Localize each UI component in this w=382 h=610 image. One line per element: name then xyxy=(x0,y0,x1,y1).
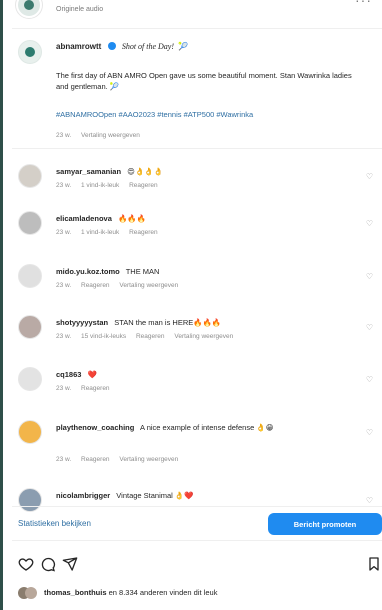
caption-divider xyxy=(12,148,382,149)
comment-username[interactable]: playthenow_coaching xyxy=(56,423,134,432)
caption-text: The first day of ABN AMRO Open gave us s… xyxy=(56,71,352,91)
comment-text: 😍👌👌👌 xyxy=(127,167,163,176)
save-icon[interactable] xyxy=(366,556,382,572)
comment-translate[interactable]: Vertaling weergeven xyxy=(119,282,178,289)
comment-like-icon[interactable]: ♡ xyxy=(366,496,373,505)
comment-translate[interactable]: Vertaling weergeven xyxy=(174,333,233,340)
caption-title: Shot of the Day! xyxy=(121,42,175,51)
share-icon[interactable] xyxy=(62,556,78,572)
promote-post-button[interactable]: Bericht promoten xyxy=(268,513,382,535)
comment-like-icon[interactable]: ♡ xyxy=(366,323,373,332)
likes-text[interactable]: thomas_bonthuis en 8.334 anderen vinden … xyxy=(44,588,217,597)
comment-reply[interactable]: Reageren xyxy=(81,282,110,289)
comment-text: A nice example of intense defense 👌😁 xyxy=(140,423,274,432)
liker-avatar xyxy=(25,587,37,599)
comment-avatar[interactable] xyxy=(18,264,42,288)
comment-line: samyar_samanian 😍👌👌👌 xyxy=(56,166,361,177)
comment-row: cq1863 ❤️ 23 w. Reageren ♡ xyxy=(18,367,373,403)
verified-check-icon xyxy=(107,42,116,50)
comment-like-icon[interactable]: ♡ xyxy=(366,219,373,228)
caption-hashtags[interactable]: #ABNAMROOpen #AAO2023 #tennis #ATP500 #W… xyxy=(56,110,253,119)
like-icon[interactable] xyxy=(18,556,34,572)
comment-icon[interactable] xyxy=(40,556,56,572)
comment-row: samyar_samanian 😍👌👌👌 23 w. 1 vind-ik-leu… xyxy=(18,164,373,200)
comment-meta: 23 w. 1 vind-ik-leuk Reageren xyxy=(56,182,166,189)
comments-divider xyxy=(12,506,382,507)
likes-count-text[interactable]: en 8.334 anderen vinden dit leuk xyxy=(109,588,218,597)
comment-reply[interactable]: Reageren xyxy=(81,456,110,463)
comment-avatar[interactable] xyxy=(18,420,42,444)
comment-username[interactable]: samyar_samanian xyxy=(56,167,121,176)
caption-time: 23 w. xyxy=(56,132,72,139)
likes-summary: thomas_bonthuis en 8.334 anderen vinden … xyxy=(18,586,382,602)
comment-reply[interactable]: Reageren xyxy=(129,229,158,236)
comment-row: elicamladenova 🔥🔥🔥 23 w. 1 vind-ik-leuk … xyxy=(18,211,373,247)
caption-meta: 23 w. Vertaling weergeven xyxy=(56,132,148,139)
comment-row: mido.yu.koz.tomo THE MAN 23 w. Reageren … xyxy=(18,264,373,300)
comment-like-icon[interactable]: ♡ xyxy=(366,375,373,384)
caption-username[interactable]: abnamrowtt xyxy=(56,42,101,51)
comment-meta: 23 w. Reageren Vertaling weergeven xyxy=(56,282,186,289)
comment-time: 23 w. xyxy=(56,333,72,340)
tennis-icon: 🎾 xyxy=(178,42,189,51)
caption-avatar[interactable] xyxy=(18,40,42,64)
comment-likes[interactable]: 1 vind-ik-leuk xyxy=(81,182,119,189)
comment-time: 23 w. xyxy=(56,182,72,189)
comment-likes[interactable]: 1 vind-ik-leuk xyxy=(81,229,119,236)
comment-row: playthenow_coaching A nice example of in… xyxy=(18,420,373,466)
likes-username[interactable]: thomas_bonthuis xyxy=(44,588,107,597)
comment-line: playthenow_coaching A nice example of in… xyxy=(56,422,376,433)
comment-translate[interactable]: Vertaling weergeven xyxy=(119,456,178,463)
comment-row: shotyyyyystan STAN the man is HERE🔥🔥🔥 23… xyxy=(18,315,373,351)
comment-time: 23 w. xyxy=(56,229,72,236)
comment-username[interactable]: shotyyyyystan xyxy=(56,318,108,327)
comment-like-icon[interactable]: ♡ xyxy=(366,172,373,181)
post-footer-links: Statistieken bekijken Bericht promoten xyxy=(18,513,382,535)
comment-username[interactable]: cq1863 xyxy=(56,370,81,379)
comment-line: mido.yu.koz.tomo THE MAN xyxy=(56,266,361,277)
comment-reply[interactable]: Reageren xyxy=(129,182,158,189)
view-insights-link[interactable]: Statistieken bekijken xyxy=(18,519,91,528)
more-options-icon[interactable]: ··· xyxy=(355,0,372,8)
comment-line: cq1863 ❤️ xyxy=(56,369,361,380)
comment-text: ❤️ xyxy=(87,370,97,379)
left-edge-strip xyxy=(0,0,3,610)
post-header: Originele audio ··· xyxy=(10,0,382,24)
comment-text: Vintage Stanimal 👌❤️ xyxy=(116,491,194,500)
header-divider xyxy=(12,28,382,29)
comment-avatar[interactable] xyxy=(18,488,42,512)
comment-meta: 23 w. Reageren xyxy=(56,385,118,392)
comment-time: 23 w. xyxy=(56,282,72,289)
comment-meta: 23 w. Reageren Vertaling weergeven xyxy=(56,456,186,463)
comment-time: 23 w. xyxy=(56,456,72,463)
comment-meta: 23 w. 1 vind-ik-leuk Reageren xyxy=(56,229,166,236)
comment-username[interactable]: mido.yu.koz.tomo xyxy=(56,267,120,276)
comment-avatar[interactable] xyxy=(18,367,42,391)
comment-reply[interactable]: Reageren xyxy=(81,385,110,392)
comment-like-icon[interactable]: ♡ xyxy=(366,272,373,281)
comment-username[interactable]: nicolambrigger xyxy=(56,491,110,500)
comment-username[interactable]: elicamladenova xyxy=(56,214,112,223)
comment-reply[interactable]: Reageren xyxy=(136,333,165,340)
comment-likes[interactable]: 15 vind-ik-leuks xyxy=(81,333,126,340)
comment-time: 23 w. xyxy=(56,385,72,392)
caption-translate[interactable]: Vertaling weergeven xyxy=(81,132,140,139)
comment-line: elicamladenova 🔥🔥🔥 xyxy=(56,213,361,224)
audio-subtitle[interactable]: Originele audio xyxy=(56,6,103,13)
caption-header: abnamrowtt Shot of the Day! 🎾 xyxy=(56,42,188,51)
comment-avatar[interactable] xyxy=(18,315,42,339)
post-actions xyxy=(18,556,382,574)
comment-text: STAN the man is HERE🔥🔥🔥 xyxy=(114,318,222,327)
comment-meta: 23 w. 15 vind-ik-leuks Reageren Vertalin… xyxy=(56,333,241,340)
comment-line: nicolambrigger Vintage Stanimal 👌❤️ xyxy=(56,490,361,501)
profile-avatar[interactable] xyxy=(16,0,42,18)
comment-text: 🔥🔥🔥 xyxy=(117,214,146,223)
comment-text: THE MAN xyxy=(125,267,160,276)
comment-avatar[interactable] xyxy=(18,211,42,235)
footer-divider xyxy=(12,540,382,541)
comment-line: shotyyyyystan STAN the man is HERE🔥🔥🔥 xyxy=(56,317,361,328)
comment-avatar[interactable] xyxy=(18,164,42,188)
comment-like-icon[interactable]: ♡ xyxy=(366,428,373,437)
